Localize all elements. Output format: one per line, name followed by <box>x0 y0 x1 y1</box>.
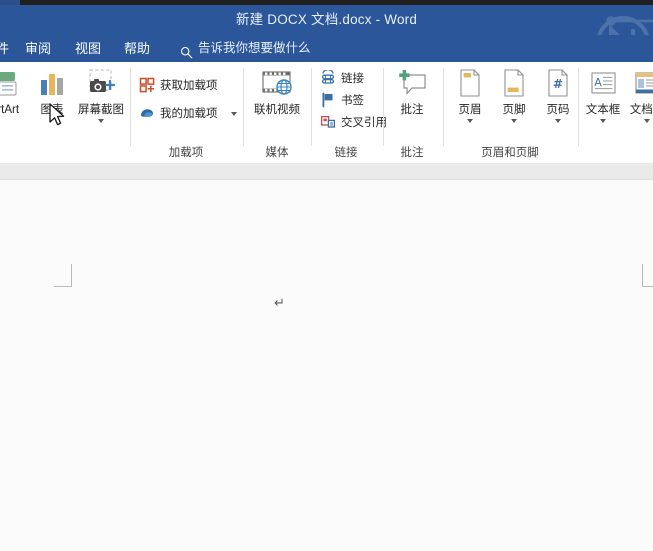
ribbon-group-header-footer: 页眉 页脚 # <box>444 62 576 163</box>
my-addins-button[interactable]: 我的加载项 <box>138 103 218 123</box>
paragraph-mark: ↵ <box>274 297 285 310</box>
chart-icon <box>37 66 67 102</box>
ribbon-group-illustrations: artArt 图表 <box>0 62 130 163</box>
page-number-label: 页码 <box>547 104 570 117</box>
ribbon-group-links: 链接 书签 <box>312 62 380 163</box>
get-addins-label: 获取加载项 <box>160 77 218 93</box>
screenshot-button[interactable]: 屏幕截图 <box>73 66 129 123</box>
document-page[interactable]: ↵ <box>0 180 653 551</box>
chevron-down-icon[interactable] <box>555 119 561 123</box>
title-bar: 新建 DOCX 文档.docx - Word <box>0 5 653 35</box>
cross-reference-button[interactable]: 交叉引用 <box>319 112 387 132</box>
search-icon <box>180 42 193 55</box>
my-addins-label: 我的加载项 <box>160 105 218 121</box>
ruler-strip <box>0 163 653 180</box>
screenshot-icon <box>84 66 118 102</box>
tell-me-search-box[interactable]: 告诉我你想要做什么 <box>180 35 311 62</box>
footer-button[interactable]: 页脚 <box>494 66 534 123</box>
online-video-button[interactable]: 联机视频 <box>244 66 310 117</box>
bookmark-flag-icon <box>319 92 336 109</box>
screenshot-label: 屏幕截图 <box>78 104 124 117</box>
ribbon-group-addins: 获取加载项 我的加载项 加载项 <box>131 62 241 163</box>
svg-text:#: # <box>553 77 563 91</box>
window-title: 新建 DOCX 文档.docx - Word <box>0 5 653 35</box>
cross-reference-icon <box>319 114 336 131</box>
quick-parts-icon <box>633 66 653 102</box>
bookmark-button[interactable]: 书签 <box>319 90 364 110</box>
cross-reference-label: 交叉引用 <box>341 114 387 130</box>
tab-review[interactable]: 审阅 <box>25 35 51 62</box>
chart-label: 图表 <box>41 104 64 117</box>
link-button[interactable]: 链接 <box>319 68 364 88</box>
chevron-down-icon[interactable] <box>467 119 473 123</box>
bookmark-label: 书签 <box>341 92 364 108</box>
group-label-addins: 加载项 <box>131 144 241 160</box>
get-addins-button[interactable]: 获取加载项 <box>138 75 218 95</box>
link-icon <box>319 70 336 87</box>
group-label-links: 链接 <box>312 144 380 160</box>
smartart-button[interactable]: artArt <box>0 66 28 117</box>
ribbon-group-text: A 文本框 文档部 <box>579 62 653 163</box>
chevron-down-icon[interactable] <box>644 119 650 123</box>
new-comment-icon <box>395 66 429 102</box>
ribbon-group-media: 联机视频 媒体 <box>244 62 310 163</box>
header-icon <box>457 66 483 102</box>
header-button[interactable]: 页眉 <box>450 66 490 123</box>
online-video-label: 联机视频 <box>254 104 300 117</box>
tab-file-cut[interactable]: 件 <box>0 35 16 62</box>
online-video-icon <box>259 66 295 102</box>
ribbon-group-comments: 批注 批注 <box>384 62 440 163</box>
svg-text:A: A <box>594 76 602 89</box>
smartart-icon <box>0 66 21 102</box>
footer-label: 页脚 <box>503 104 526 117</box>
page-number-icon: # <box>545 66 571 102</box>
ribbon-tab-row: 件 审阅 视图 帮助 告诉我你想要做什么 <box>0 35 653 62</box>
new-comment-label: 批注 <box>401 104 424 117</box>
store-icon <box>138 77 155 94</box>
chevron-down-icon[interactable] <box>231 112 237 116</box>
quick-parts-label: 文档部 <box>630 104 653 117</box>
tab-help[interactable]: 帮助 <box>124 35 150 62</box>
quick-parts-button[interactable]: 文档部 <box>625 66 653 123</box>
chevron-down-icon[interactable] <box>600 119 606 123</box>
link-label: 链接 <box>341 70 364 86</box>
my-addins-icon <box>138 105 155 122</box>
margin-marker-top-right <box>636 264 653 288</box>
header-label: 页眉 <box>459 104 482 117</box>
group-label-comments: 批注 <box>384 144 440 160</box>
chevron-down-icon[interactable] <box>98 119 104 123</box>
ribbon: artArt 图表 <box>0 62 653 164</box>
chevron-down-icon[interactable] <box>511 119 517 123</box>
text-box-label: 文本框 <box>586 104 621 117</box>
tell-me-placeholder: 告诉我你想要做什么 <box>198 35 311 62</box>
tab-view[interactable]: 视图 <box>75 35 101 62</box>
footer-icon <box>501 66 527 102</box>
group-label-header-footer: 页眉和页脚 <box>444 144 576 160</box>
page-number-button[interactable]: # 页码 <box>538 66 578 123</box>
new-comment-button[interactable]: 批注 <box>384 66 440 117</box>
text-box-icon: A <box>589 66 617 102</box>
smartart-label: artArt <box>0 104 19 117</box>
word-window: 新建 DOCX 文档.docx - Word 件 审阅 视图 帮助 告诉我你想要… <box>0 0 653 551</box>
margin-marker-top-left <box>54 264 78 288</box>
text-box-button[interactable]: A 文本框 <box>581 66 625 123</box>
group-label-media: 媒体 <box>244 144 310 160</box>
document-area[interactable]: ↵ <box>0 163 653 551</box>
chart-button[interactable]: 图表 <box>32 66 72 117</box>
